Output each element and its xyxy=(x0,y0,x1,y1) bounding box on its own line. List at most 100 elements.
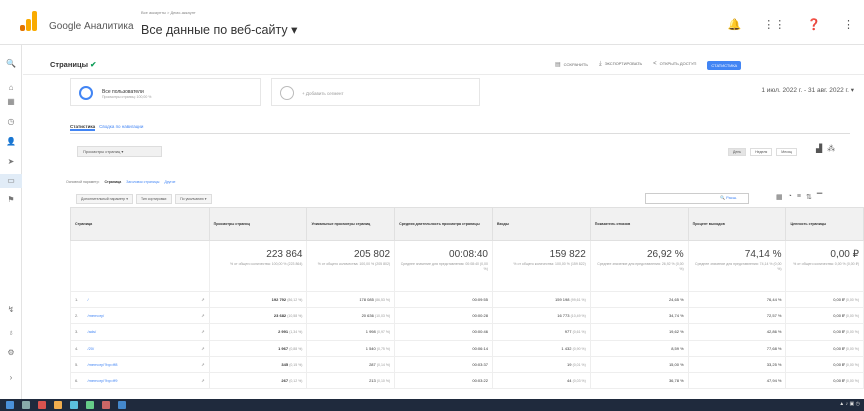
dim-other[interactable]: Другое xyxy=(164,180,175,184)
check-icon: ✔ xyxy=(90,60,97,69)
page-link[interactable]: /memory/?bp=ff9 xyxy=(87,378,117,383)
metric-selector[interactable]: Просмотры страниц ▾ xyxy=(77,146,162,157)
tab-statistics[interactable]: Статистика xyxy=(70,124,96,131)
col-exit-rate[interactable]: Процент выходов xyxy=(687,207,787,241)
expand-icon[interactable]: › xyxy=(0,373,22,382)
discover-icon[interactable]: ♁ xyxy=(0,328,22,337)
insights-button[interactable]: СТАТИСТИКА xyxy=(707,61,742,70)
export-button[interactable]: ⤓ ЭКСПОРТИРОВАТЬ xyxy=(599,61,642,70)
total-avgtime-sub: Среднее значение для представления: 00:0… xyxy=(400,262,488,271)
app2-icon[interactable] xyxy=(86,401,94,409)
tabs-divider xyxy=(70,133,850,134)
page-value-pct: (0,00 %) xyxy=(845,298,859,303)
user-icon[interactable]: 👤 xyxy=(0,137,22,146)
bounce-cell: 36,78 % xyxy=(589,371,689,390)
external-link-icon[interactable]: ⇗ xyxy=(201,378,204,383)
entrances-pct: (0,90 %) xyxy=(572,346,586,351)
col-page-value[interactable]: Ценность страницы xyxy=(785,207,864,241)
save-button[interactable]: ▤ СОХРАНИТЬ xyxy=(555,61,588,70)
help-icon[interactable]: ❓ xyxy=(807,18,821,31)
page-link[interactable]: /20/ xyxy=(87,346,94,351)
more-icon[interactable]: ⋮ xyxy=(843,18,854,31)
sort-type-select[interactable]: По умолчанию ▾ xyxy=(175,194,212,204)
col-pageviews[interactable]: Просмотры страниц xyxy=(208,207,308,241)
page-link[interactable]: /memory/?bp=ff8 xyxy=(87,362,117,367)
brand-name: Google Аналитика xyxy=(49,21,134,32)
total-entrances-value: 159 822 xyxy=(549,249,586,260)
unique-value: 1 998 xyxy=(365,329,376,335)
pageviews-cell: 2 991 (1,34 %) xyxy=(208,323,308,341)
compare-view-icon[interactable]: ⇅ xyxy=(806,193,812,201)
clock-icon[interactable]: ◷ xyxy=(0,117,22,126)
page-value: 0,00 ₽ xyxy=(833,329,845,335)
entrances-cell: 977 (0,61 %) xyxy=(491,323,591,341)
page-value: 0,00 ₽ xyxy=(833,361,845,367)
page-link[interactable]: / xyxy=(87,297,88,302)
external-link-icon[interactable]: ⇗ xyxy=(201,362,204,367)
scatter-icon[interactable]: ⁂ xyxy=(827,144,835,153)
analytics-logo-icon[interactable] xyxy=(20,11,38,31)
pageviews-pct: (0,12 %) xyxy=(289,379,303,384)
grid-view-icon[interactable]: ▦ xyxy=(776,193,783,201)
tab-navigation[interactable]: Сводка по навигации xyxy=(99,124,143,131)
total-exit-value: 74,14 % xyxy=(744,249,782,260)
external-link-icon[interactable]: ⇗ xyxy=(201,329,204,334)
search-icon[interactable]: 🔍 xyxy=(0,59,22,68)
folder-icon[interactable] xyxy=(54,401,62,409)
apps-icon[interactable]: ⋮⋮ xyxy=(763,18,785,31)
dashboard-icon[interactable]: ▦ xyxy=(0,97,22,106)
bar-view-icon[interactable]: ≡ xyxy=(797,193,801,201)
exit-cell: 42,86 % xyxy=(687,323,787,341)
app4-icon[interactable] xyxy=(118,401,126,409)
conversion-icon[interactable]: ⚑ xyxy=(0,195,22,204)
secondary-dimension-select[interactable]: Дополнительный параметр ▾ xyxy=(76,194,133,204)
dim-page-title[interactable]: Заголовок страницы xyxy=(126,180,159,184)
external-link-icon[interactable]: ⇗ xyxy=(201,297,204,302)
pivot-view-icon[interactable]: ▔ xyxy=(817,193,822,201)
col-page[interactable]: Страница xyxy=(70,207,210,241)
account-breadcrumb[interactable]: Все аккаунты > Демо-аккаунт xyxy=(141,10,196,15)
segment-all-users[interactable]: Все пользователи Просмотры страниц: 100,… xyxy=(70,78,261,106)
row-number: 5. xyxy=(75,361,79,367)
browser-icon[interactable] xyxy=(70,401,78,409)
chart-type-icon[interactable]: ▟ xyxy=(816,144,822,153)
pie-view-icon[interactable]: ◔ xyxy=(788,193,792,201)
total-exit: 74,14 % Среднее значение для представлени… xyxy=(687,240,787,292)
col-entrances[interactable]: Входы xyxy=(491,207,591,241)
home-icon[interactable]: ⌂ xyxy=(0,83,22,92)
attribution-icon[interactable]: ↯ xyxy=(0,305,22,314)
app3-icon[interactable] xyxy=(102,401,110,409)
page-link[interactable]: /memory/ xyxy=(87,313,104,318)
total-entrances-sub: % от общего количества: 100,00 % (159 82… xyxy=(513,262,586,266)
total-unique-sub: % от общего количества: 100,00 % (205 80… xyxy=(317,262,391,266)
col-avg-time[interactable]: Средняя длительность просмотра страницы xyxy=(394,207,493,241)
row-number: 2. xyxy=(75,313,79,319)
share-button[interactable]: < ОТКРЫТЬ ДОСТУП xyxy=(653,61,696,70)
start-icon[interactable] xyxy=(6,401,14,409)
page-cell: 6. /memory/?bp=ff9 ⇗ xyxy=(70,371,210,390)
search-taskbar-icon[interactable] xyxy=(22,401,30,409)
pageviews-value: 1 967 xyxy=(278,345,289,351)
bell-icon[interactable]: 🔔 xyxy=(728,18,742,31)
property-selector[interactable]: Все данные по веб-сайту ▾ xyxy=(141,22,297,37)
period-week-button[interactable]: Неделя xyxy=(750,148,773,156)
settings-icon[interactable]: ⚙ xyxy=(0,348,22,357)
app-icon[interactable] xyxy=(38,401,46,409)
total-entrances: 159 822 % от общего количества: 100,00 % … xyxy=(491,240,591,292)
advanced-search-link[interactable]: Расш. xyxy=(726,195,737,200)
pageviews-cell: 1 967 (0,88 %) xyxy=(208,339,308,357)
period-month-button[interactable]: Месяц xyxy=(776,148,797,156)
acquisition-icon[interactable]: ➤ xyxy=(0,157,22,166)
external-link-icon[interactable]: ⇗ xyxy=(201,346,204,351)
external-link-icon[interactable]: ⇗ xyxy=(201,313,204,318)
col-unique-pageviews[interactable]: Уникальные просмотры страниц xyxy=(306,207,396,241)
system-tray[interactable]: ▲ ♪ ▣ ◷ xyxy=(839,401,860,407)
dim-page[interactable]: Страница xyxy=(105,180,122,184)
date-range-picker[interactable]: 1 июл. 2022 г. - 31 авг. 2022 г. ▾ xyxy=(761,86,854,94)
period-day-button[interactable]: День xyxy=(728,148,747,156)
col-bounce-rate[interactable]: Показатель отказов xyxy=(589,207,689,241)
behavior-icon[interactable]: ▭ xyxy=(0,174,22,188)
search-icon[interactable]: 🔍 xyxy=(720,195,725,200)
add-segment-button[interactable]: + Добавить сегмент xyxy=(271,78,480,106)
page-link[interactable]: /ads/ xyxy=(87,329,96,334)
